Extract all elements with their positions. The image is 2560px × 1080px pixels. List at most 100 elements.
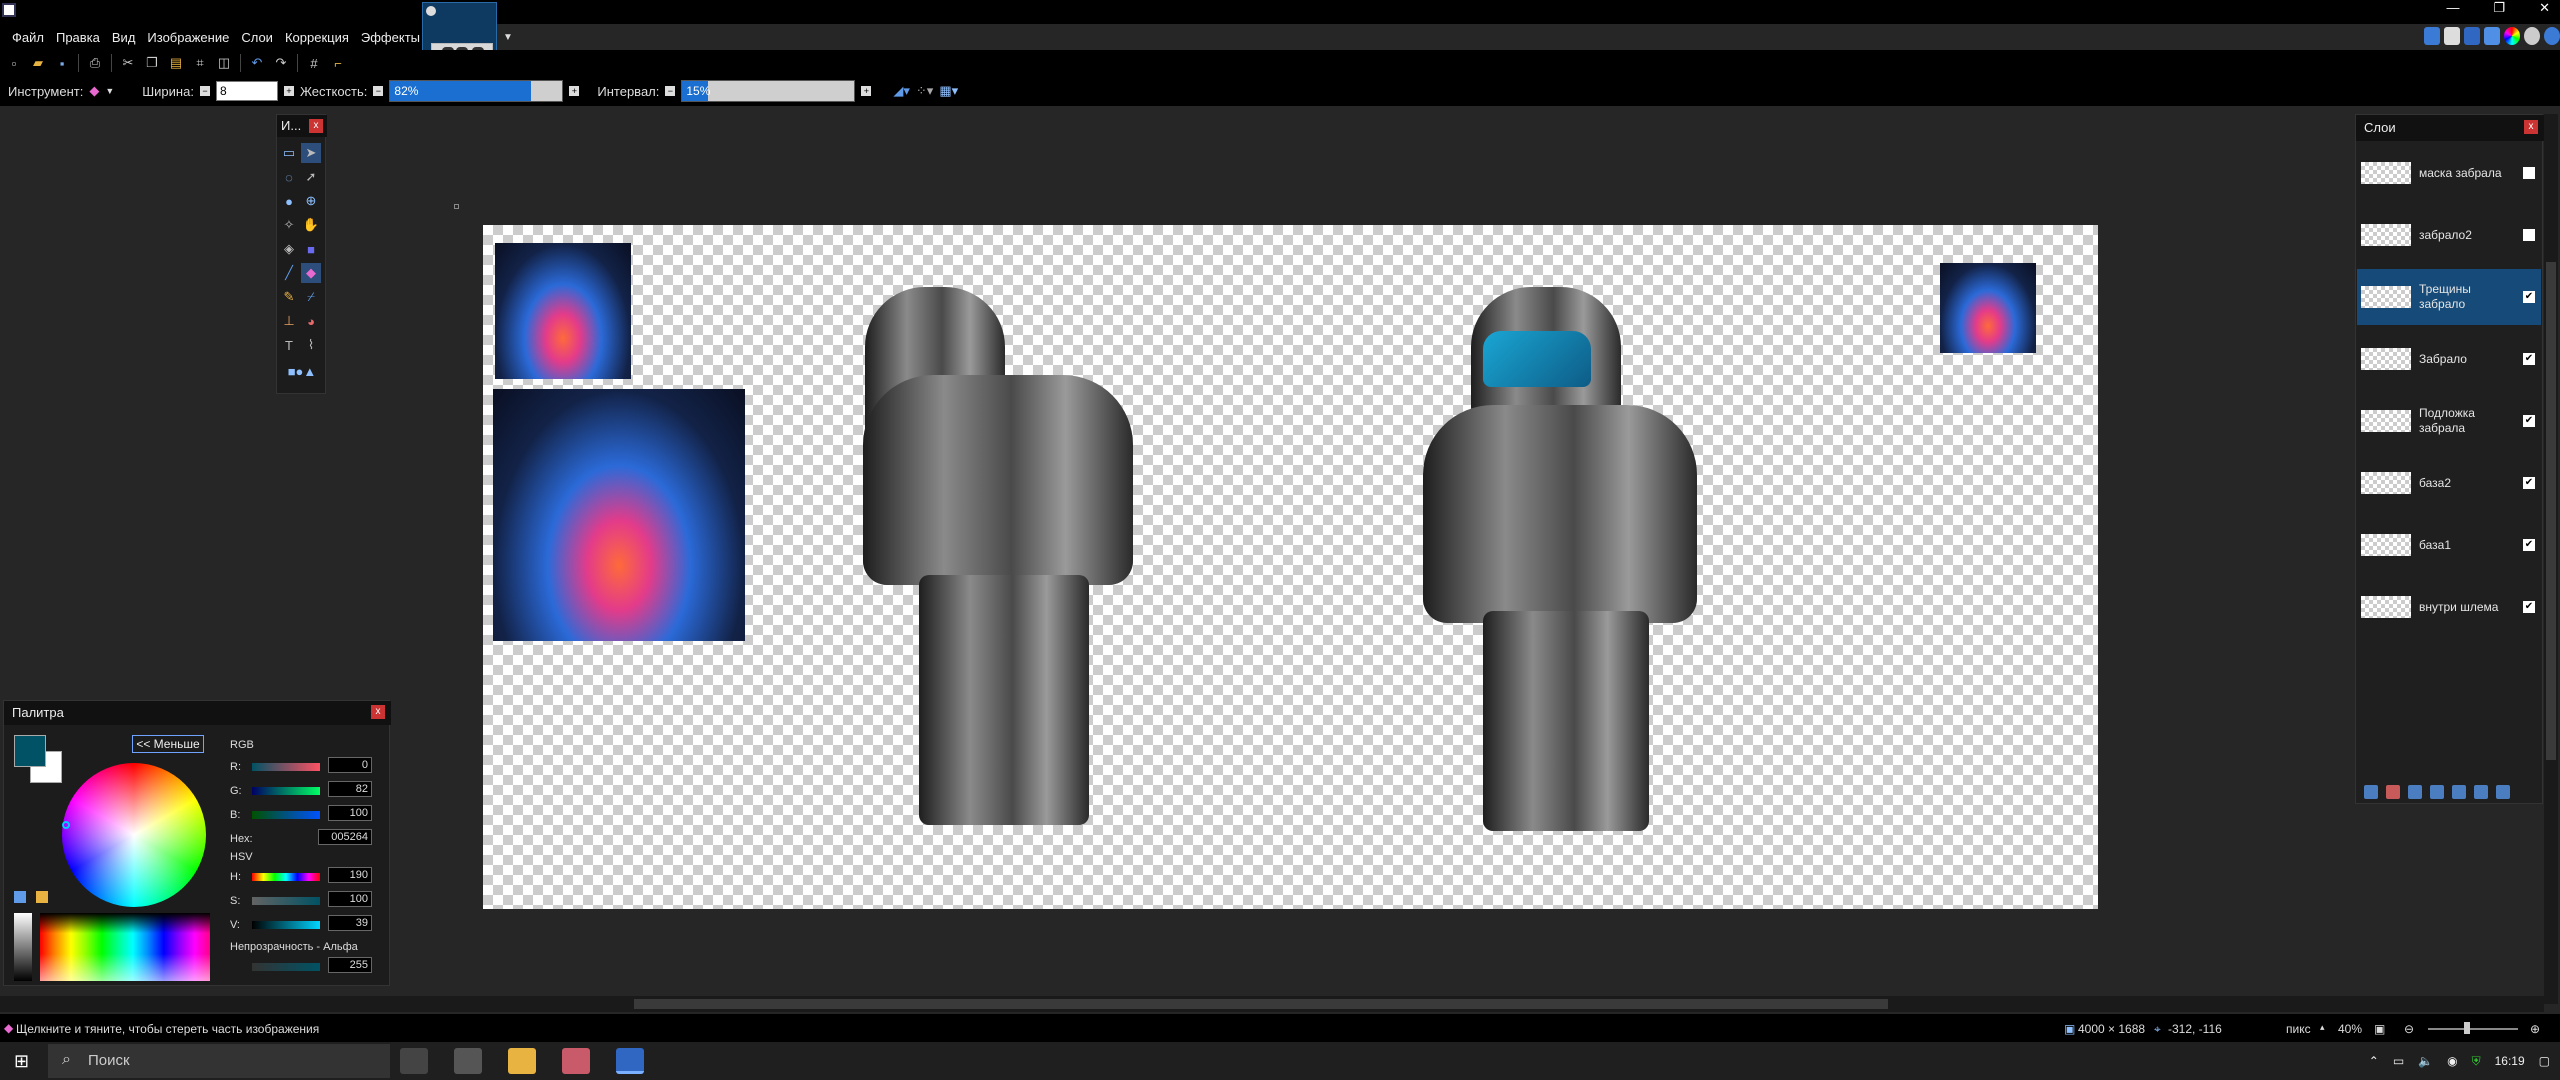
palette-title[interactable]: Палитра (4, 701, 391, 725)
text-icon[interactable]: T (279, 335, 299, 355)
layer-item[interactable]: Забрало ✔ (2357, 331, 2541, 387)
layer-visibility-checkbox[interactable]: ✔ (2523, 353, 2535, 365)
zoom-slider-thumb[interactable] (2464, 1022, 2470, 1034)
pencil-icon[interactable]: ✎ (279, 287, 299, 307)
shapes-icon[interactable]: ■●▲ (287, 361, 317, 381)
add-layer-icon[interactable] (2364, 785, 2378, 799)
layer-visibility-checkbox[interactable] (2523, 167, 2535, 179)
layer-item[interactable]: база1 ✔ (2357, 517, 2541, 573)
red-input[interactable]: 0 (328, 757, 372, 773)
layer-item[interactable]: база2 ✔ (2357, 455, 2541, 511)
menu-adjustments[interactable]: Коррекция (279, 30, 355, 45)
copy-icon[interactable]: ❐ (144, 55, 160, 71)
palette-close-button[interactable]: x (371, 705, 385, 719)
layer-visibility-checkbox[interactable]: ✔ (2523, 601, 2535, 613)
alpha-input[interactable]: 255 (328, 957, 372, 973)
move-selection-icon[interactable]: ➤ (301, 143, 321, 163)
width-increase-button[interactable]: + (283, 86, 294, 96)
paint-bucket-icon[interactable]: ◈ (279, 239, 299, 259)
gradient-icon[interactable]: ■ (301, 239, 321, 259)
stack-app-icon[interactable] (454, 1048, 482, 1074)
green-slider[interactable] (252, 787, 320, 795)
menu-view[interactable]: Вид (106, 30, 142, 45)
vertical-scroll-thumb[interactable] (2546, 262, 2556, 760)
green-input[interactable]: 82 (328, 781, 372, 797)
ruler-icon[interactable]: ⌐ (330, 55, 346, 71)
color-wheel[interactable] (62, 763, 206, 907)
print-icon[interactable]: ⎙ (87, 55, 103, 71)
notifications-icon[interactable]: ▢ (2539, 1054, 2550, 1068)
hardness-slider[interactable]: 82% (389, 80, 564, 102)
magic-wand-icon[interactable]: ✧ (279, 215, 299, 235)
tools-panel-close-button[interactable]: x (309, 119, 323, 133)
antialias-icon[interactable]: ◢▾ (893, 83, 910, 99)
redo-icon[interactable]: ↷ (273, 55, 289, 71)
restore-button[interactable]: ❐ (2493, 0, 2505, 16)
blue-input[interactable]: 100 (328, 805, 372, 821)
hardness-decrease-button[interactable]: − (373, 86, 384, 96)
saturation-slider[interactable] (252, 897, 320, 905)
merge-layer-icon[interactable] (2430, 785, 2444, 799)
alpha-slider[interactable] (252, 963, 320, 971)
move-selected-icon[interactable]: ➚ (301, 167, 321, 187)
primary-color-swatch[interactable] (14, 735, 46, 767)
undo-icon[interactable]: ↶ (249, 55, 265, 71)
add-color-icon[interactable] (14, 891, 26, 903)
tray-overflow-icon[interactable]: ⌃ (2369, 1054, 2379, 1068)
pan-icon[interactable]: ✋ (301, 215, 321, 235)
volume-icon[interactable]: 🔈 (2418, 1054, 2433, 1068)
palette-menu-icon[interactable] (36, 891, 48, 903)
layer-item[interactable]: Подложка забрала ✔ (2357, 393, 2541, 449)
value-input[interactable]: 39 (328, 915, 372, 931)
game-app-icon[interactable] (562, 1048, 590, 1074)
color-wheel-marker[interactable] (62, 821, 70, 829)
less-button[interactable]: << Меньше (132, 735, 204, 753)
layer-visibility-checkbox[interactable]: ✔ (2523, 477, 2535, 489)
crop-icon[interactable]: ⌗ (192, 55, 208, 71)
saturation-input[interactable]: 100 (328, 891, 372, 907)
zoom-value[interactable]: 40% (2338, 1022, 2362, 1036)
grayscale-swatches[interactable] (14, 913, 32, 981)
canvas-handle[interactable] (454, 204, 459, 209)
hue-slider[interactable] (252, 873, 320, 881)
layers-panel-close-button[interactable]: x (2524, 120, 2538, 134)
layer-visibility-checkbox[interactable] (2523, 229, 2535, 241)
ellipse-select-icon[interactable]: ● (279, 191, 299, 211)
zoom-icon[interactable]: ⊕ (301, 191, 321, 211)
menu-file[interactable]: Файл (6, 30, 50, 45)
document-close-icon[interactable] (426, 6, 436, 16)
layers-window-icon[interactable] (2464, 27, 2480, 45)
cut-icon[interactable]: ✂ (120, 55, 136, 71)
paste-icon[interactable]: ▤ (168, 55, 184, 71)
clone-stamp-icon[interactable]: ⊥ (279, 311, 299, 331)
hue-input[interactable]: 190 (328, 867, 372, 883)
tabs-dropdown-icon[interactable]: ▼ (503, 32, 513, 43)
layers-panel-title[interactable]: Слои (2356, 115, 2544, 141)
tool-dropdown-icon[interactable]: ▼ (105, 86, 114, 96)
line-curve-icon[interactable]: ⌇ (301, 335, 321, 355)
move-layer-down-icon[interactable] (2474, 785, 2488, 799)
taskbar-search[interactable]: ⌕ Поиск (48, 1044, 390, 1078)
menu-layers[interactable]: Слои (235, 30, 279, 45)
recolor-icon[interactable]: ◕ (301, 311, 321, 331)
defender-icon[interactable]: ⛨ (2472, 1054, 2481, 1069)
rectangle-select-icon[interactable]: ▭ (279, 143, 299, 163)
value-slider[interactable] (252, 921, 320, 929)
layer-item[interactable]: внутри шлема ✔ (2357, 579, 2541, 635)
clock[interactable]: 16:19 (2495, 1054, 2525, 1068)
hex-input[interactable]: 005264 (318, 829, 372, 845)
image-canvas[interactable] (483, 225, 2098, 909)
hardness-increase-button[interactable]: + (569, 86, 580, 96)
input-icon[interactable]: ◉ (2447, 1054, 2457, 1068)
layer-visibility-checkbox[interactable]: ✔ (2523, 415, 2535, 427)
eraser-icon[interactable]: ◆ (301, 263, 321, 283)
zoom-in-icon[interactable]: ⊕ (2530, 1022, 2540, 1036)
paintbrush-icon[interactable]: ╱ (279, 263, 299, 283)
red-slider[interactable] (252, 763, 320, 771)
layer-item[interactable]: маска забрала (2357, 145, 2541, 201)
colors-window-icon[interactable] (2484, 27, 2500, 45)
windows-start-icon[interactable]: ⊞ (14, 1051, 29, 1072)
palette-window-icon[interactable] (2504, 27, 2520, 45)
network-icon[interactable]: ▭ (2393, 1054, 2404, 1068)
interval-slider[interactable]: 15% (681, 80, 856, 102)
